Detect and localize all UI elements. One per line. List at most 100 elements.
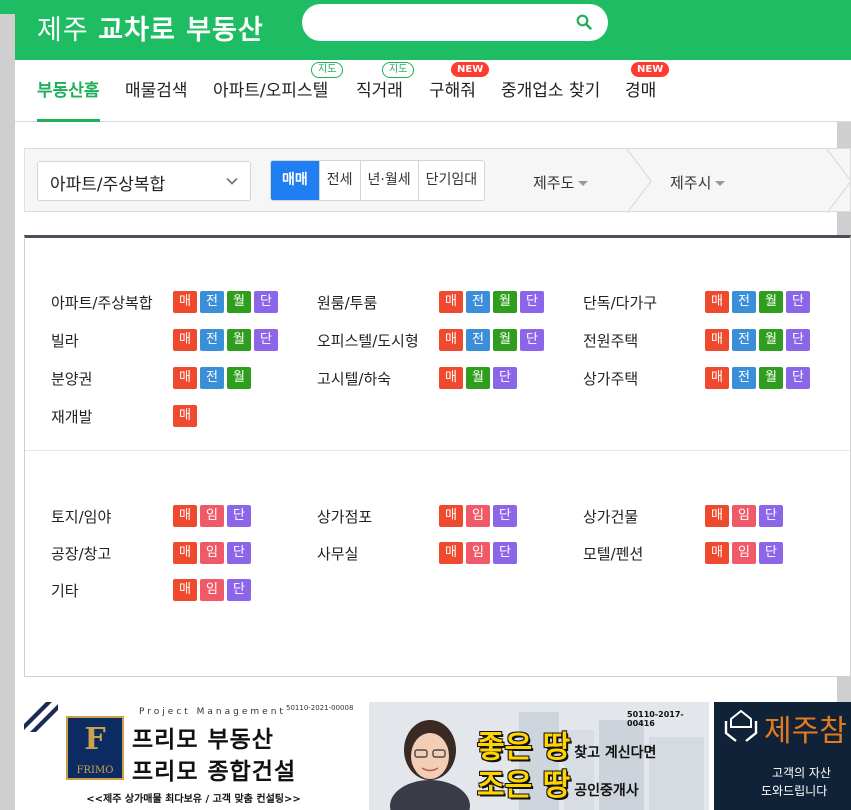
deal-tag-button[interactable]: 월	[466, 367, 490, 389]
deal-tag-button[interactable]: 전	[732, 291, 756, 313]
category-name[interactable]: 단독/다가구	[583, 292, 705, 313]
deal-tag-button[interactable]: 단	[227, 505, 251, 527]
deal-tag-button[interactable]: 월	[493, 329, 517, 351]
category-name[interactable]: 공장/창고	[51, 543, 173, 564]
nav-item-search[interactable]: 매물검색	[125, 76, 188, 122]
deal-tag-button[interactable]: 매	[705, 542, 729, 564]
frimo-subtitle: Project Management	[139, 707, 286, 717]
deal-tag-button[interactable]: 매	[705, 329, 729, 351]
deal-tag-button[interactable]: 단	[759, 542, 783, 564]
deal-tag-button[interactable]: 임	[200, 505, 224, 527]
deal-tag-button[interactable]: 매	[705, 505, 729, 527]
deal-tag-button[interactable]: 임	[732, 505, 756, 527]
deal-tag-button[interactable]: 매	[439, 291, 463, 313]
deal-tag-button[interactable]: 매	[173, 291, 197, 313]
deal-tag-button[interactable]: 전	[732, 367, 756, 389]
deal-tag-button[interactable]: 매	[439, 367, 463, 389]
category-item: 토지/임야 매 임 단	[51, 504, 251, 528]
deal-tag-button[interactable]: 단	[786, 291, 810, 313]
tab-sale[interactable]: 매매	[271, 161, 320, 200]
deal-tag-button[interactable]: 월	[227, 329, 251, 351]
category-name[interactable]: 모텔/펜션	[583, 543, 705, 564]
deal-tag-button[interactable]: 매	[173, 542, 197, 564]
category-name[interactable]: 상가주택	[583, 368, 705, 389]
deal-tag-button[interactable]: 월	[493, 291, 517, 313]
deal-tag-button[interactable]: 매	[173, 505, 197, 527]
deal-tag-button[interactable]: 월	[227, 367, 251, 389]
deal-tag-button[interactable]: 임	[466, 505, 490, 527]
nav-item-apartment[interactable]: 아파트/오피스텔 지도	[213, 62, 344, 122]
nav-item-home[interactable]: 부동산홈	[37, 76, 100, 122]
tab-monthly-rent[interactable]: 년·월세	[361, 161, 419, 200]
deal-tag-button[interactable]: 전	[200, 367, 224, 389]
deal-tag-button[interactable]: 임	[732, 542, 756, 564]
nav-item-direct-deal[interactable]: 직거래 지도	[356, 62, 415, 122]
search-input[interactable]	[302, 4, 608, 41]
nav-item-request[interactable]: 구해줘 NEW	[429, 62, 490, 122]
deal-tag-button[interactable]: 단	[520, 291, 544, 313]
deal-tag-button[interactable]: 매	[173, 579, 197, 601]
deal-tag-button[interactable]: 단	[254, 329, 278, 351]
deal-tag-button[interactable]: 전	[466, 291, 490, 313]
frimo-registration: 50110-2021-00008	[286, 704, 354, 712]
region-city-select[interactable]: 제주시	[670, 172, 726, 193]
deal-tag-button[interactable]: 월	[759, 367, 783, 389]
jeju-ad-banner[interactable]: 제주참 고객의 자산 도와드립니다	[714, 702, 851, 810]
deal-tags: 매임단	[705, 505, 783, 527]
deal-tag-button[interactable]: 전	[466, 329, 490, 351]
category-name[interactable]: 상가건물	[583, 506, 705, 527]
nav-item-auction[interactable]: 경매 NEW	[625, 62, 670, 122]
property-type-select[interactable]: 아파트/주상복합	[37, 161, 251, 201]
category-name[interactable]: 분양권	[51, 368, 173, 389]
deal-tags: 매임단	[173, 579, 251, 601]
category-name[interactable]: 아파트/주상복합	[51, 292, 173, 313]
deal-tag-button[interactable]: 월	[759, 329, 783, 351]
deal-tag-button[interactable]: 매	[439, 505, 463, 527]
deal-tag-button[interactable]: 임	[466, 542, 490, 564]
nav-item-agency-finder[interactable]: 중개업소 찾기	[501, 76, 600, 122]
category-name[interactable]: 사무실	[317, 543, 439, 564]
category-name[interactable]: 상가점포	[317, 506, 439, 527]
category-name[interactable]: 재개발	[51, 406, 173, 427]
category-name[interactable]: 빌라	[51, 330, 173, 351]
jeju-banner-line2: 도와드립니다	[761, 784, 828, 798]
deal-tag-button[interactable]: 전	[732, 329, 756, 351]
tab-short-term-rent[interactable]: 단기임대	[419, 161, 485, 200]
tab-jeonse[interactable]: 전세	[320, 161, 361, 200]
site-logo[interactable]: 제주 교차로 부동산	[37, 8, 264, 47]
category-name[interactable]: 오피스텔/도시형	[317, 330, 439, 351]
category-name[interactable]: 원룸/투룸	[317, 292, 439, 313]
deal-tag-button[interactable]: 단	[254, 291, 278, 313]
deal-tag-button[interactable]: 매	[439, 329, 463, 351]
deal-tag-button[interactable]: 단	[227, 542, 251, 564]
deal-tag-button[interactable]: 단	[493, 505, 517, 527]
deal-tag-button[interactable]: 단	[520, 329, 544, 351]
deal-tag-button[interactable]: 월	[759, 291, 783, 313]
category-name[interactable]: 고시텔/하숙	[317, 368, 439, 389]
deal-tag-button[interactable]: 매	[173, 329, 197, 351]
category-name[interactable]: 기타	[51, 580, 173, 601]
deal-tag-button[interactable]: 월	[227, 291, 251, 313]
deal-tag-button[interactable]: 매	[173, 405, 197, 427]
deal-tag-button[interactable]: 단	[493, 367, 517, 389]
search-icon[interactable]	[576, 14, 592, 30]
region-province-select[interactable]: 제주도	[533, 172, 589, 193]
deal-tag-button[interactable]: 단	[786, 329, 810, 351]
deal-tag-button[interactable]: 매	[439, 542, 463, 564]
deal-tag-button[interactable]: 단	[227, 579, 251, 601]
deal-tag-button[interactable]: 매	[705, 291, 729, 313]
deal-tag-button[interactable]: 단	[786, 367, 810, 389]
deal-tag-button[interactable]: 임	[200, 579, 224, 601]
deal-tag-button[interactable]: 전	[200, 291, 224, 313]
deal-tag-button[interactable]: 단	[493, 542, 517, 564]
deal-tag-button[interactable]: 단	[759, 505, 783, 527]
deal-tag-button[interactable]: 전	[200, 329, 224, 351]
category-name[interactable]: 전원주택	[583, 330, 705, 351]
deal-tags: 매전월단	[173, 329, 278, 351]
deal-tag-button[interactable]: 매	[173, 367, 197, 389]
joeunttang-ad-banner[interactable]: 50110-2017-00416 좋은 땅 찾고 계신다면 조은 땅 공인중개사	[369, 702, 709, 810]
category-name[interactable]: 토지/임야	[51, 506, 173, 527]
frimo-ad-banner[interactable]: F FRIMO Project Management 50110-2021-00…	[24, 702, 363, 810]
deal-tag-button[interactable]: 매	[705, 367, 729, 389]
deal-tag-button[interactable]: 임	[200, 542, 224, 564]
